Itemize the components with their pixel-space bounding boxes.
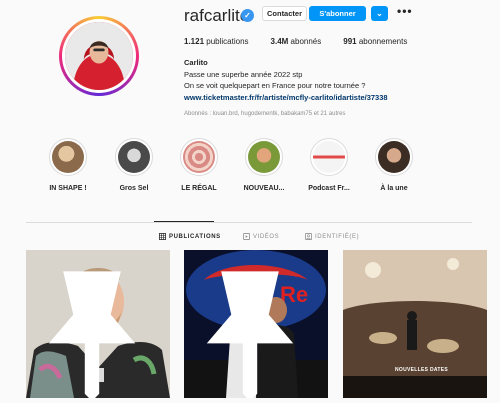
- tagged-icon: [305, 233, 312, 240]
- follow-button[interactable]: S'abonner: [309, 6, 366, 21]
- publications-stat: 1.121 publications: [184, 37, 249, 46]
- profile-link[interactable]: www.ticketmaster.fr/fr/artiste/mcfly-car…: [184, 92, 388, 104]
- profile-avatar[interactable]: [59, 16, 139, 96]
- bio-line: On se voit quelquepart en France pour no…: [184, 81, 366, 90]
- tabs-divider: [26, 222, 472, 223]
- bio-line: Passe une superbe année 2022 stp: [184, 69, 303, 79]
- post-2[interactable]: Re: [184, 250, 328, 398]
- profile-stats: 1.121 publications 3.4M abonnés 991 abon…: [184, 37, 407, 46]
- highlight-gros-sel[interactable]: Gros Sel: [103, 138, 165, 192]
- following-stat[interactable]: 991 abonnements: [343, 37, 407, 46]
- tab-publications[interactable]: PUBLICATIONS: [159, 233, 221, 240]
- post-3[interactable]: NOUVELLES DATES: [343, 250, 487, 398]
- post-1[interactable]: [26, 250, 170, 398]
- profile-name: Carlito: [184, 58, 208, 67]
- contact-button[interactable]: Contacter: [262, 6, 307, 21]
- pinned-post-icon: [48, 271, 136, 398]
- profile-username: rafcarlito: [184, 6, 250, 25]
- more-options-icon[interactable]: •••: [397, 4, 413, 18]
- highlight-nouveau[interactable]: NOUVEAU...: [233, 138, 295, 192]
- verified-badge-icon: ✓: [241, 9, 254, 22]
- video-icon: [243, 233, 250, 240]
- suggested-accounts-button[interactable]: ⌄: [371, 6, 388, 21]
- followers-stat[interactable]: 3.4M abonnés: [271, 37, 322, 46]
- highlight-a-la-une[interactable]: À la une: [363, 138, 425, 192]
- post-caption: NOUVELLES DATES: [395, 367, 449, 373]
- highlight-podcast[interactable]: Podcast Fr...: [298, 138, 360, 192]
- tab-videos[interactable]: VIDÉOS: [243, 233, 279, 240]
- tab-tagged[interactable]: IDENTIFIÉ(E): [305, 233, 359, 240]
- grid-icon: [159, 233, 166, 240]
- chevron-down-icon: ⌄: [376, 9, 383, 18]
- highlight-in-shape[interactable]: IN SHAPE !: [37, 138, 99, 192]
- highlight-le-regal[interactable]: LE RÉGAL: [168, 138, 230, 192]
- pinned-post-icon: [206, 271, 294, 398]
- profile-bio: Carlito Passe une superbe année 2022 stp…: [184, 57, 388, 103]
- active-tab-indicator: [154, 221, 214, 222]
- followed-by-text[interactable]: Abonnés : louan.brd, hugodementk, babaka…: [184, 111, 345, 117]
